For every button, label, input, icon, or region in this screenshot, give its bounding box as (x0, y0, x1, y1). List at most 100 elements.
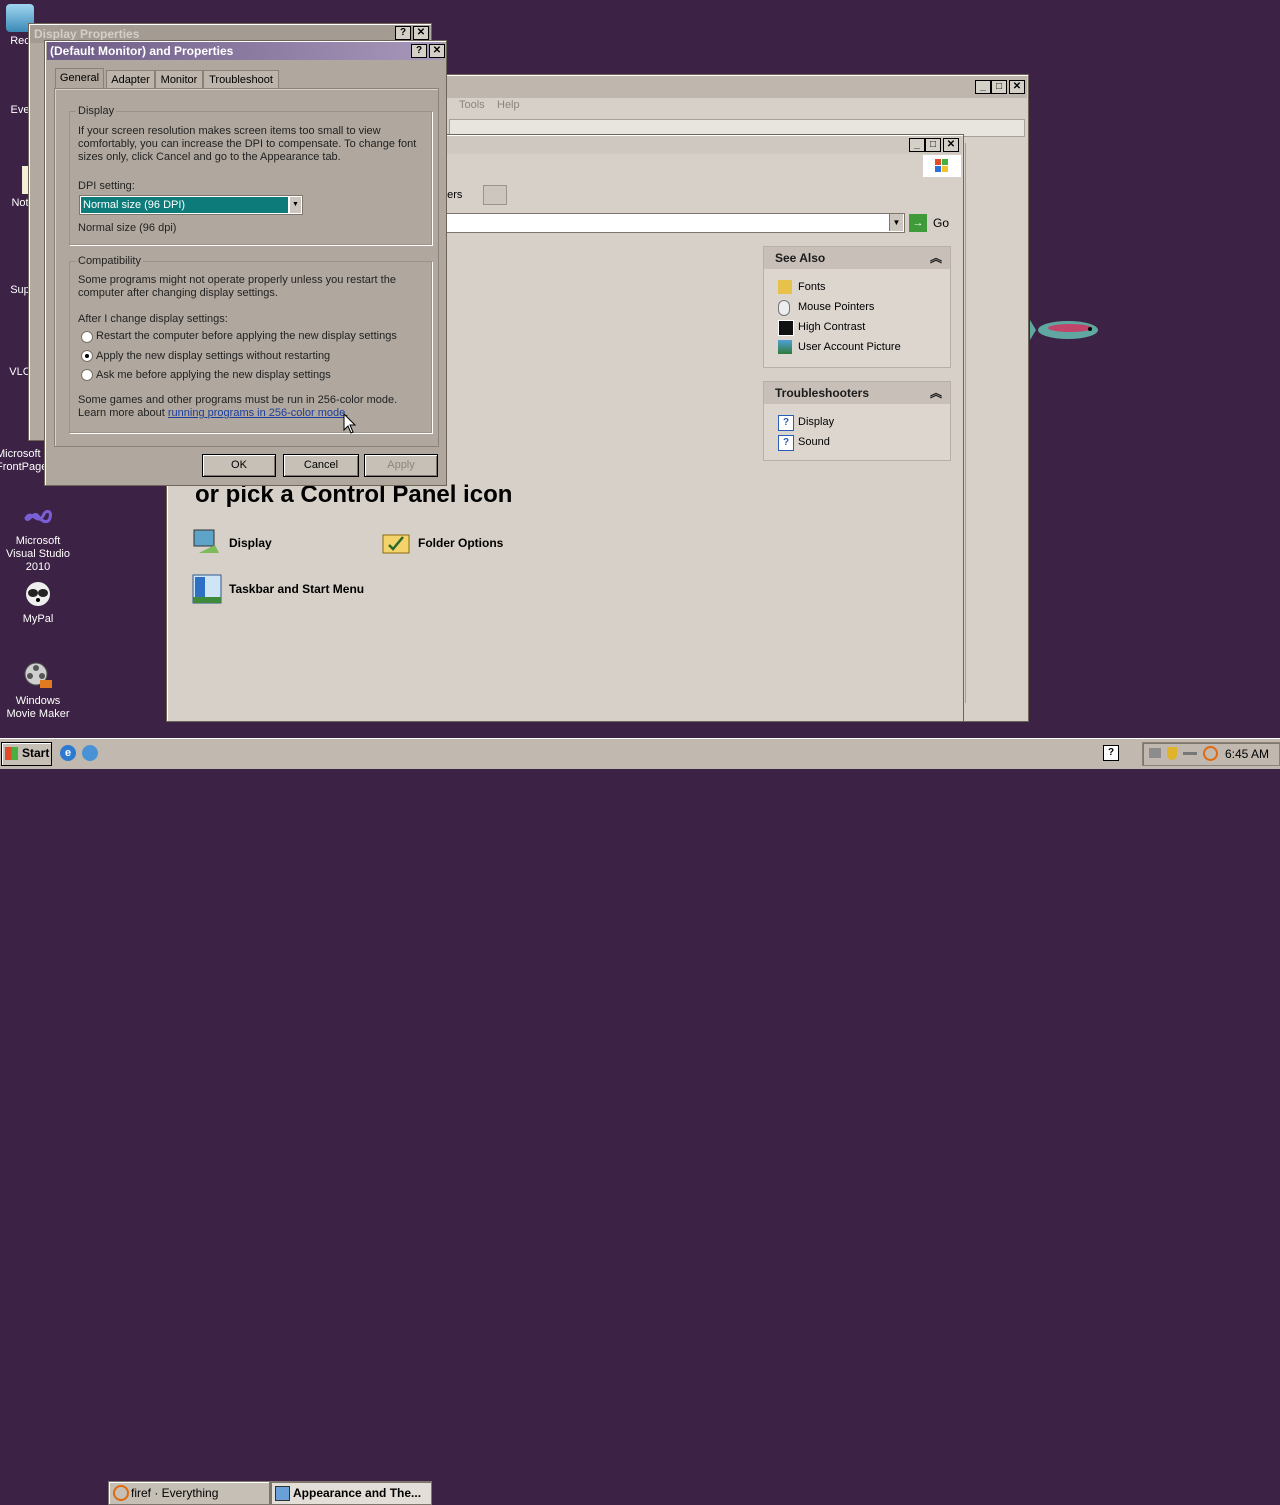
ie-quicklaunch-icon[interactable]: e (60, 745, 76, 761)
troubleshooter-display[interactable]: Display (798, 416, 834, 428)
address-dropdown-button[interactable]: ▼ (889, 214, 903, 231)
close-button[interactable]: ✕ (413, 26, 429, 40)
minimize-button[interactable]: _ (909, 138, 925, 152)
radio-ask[interactable] (81, 369, 93, 381)
views-button[interactable] (483, 185, 507, 205)
mouse-icon (778, 300, 790, 316)
dpi-select[interactable]: Normal size (96 DPI) ▼ (79, 195, 303, 215)
desktop-icon-visual-studio[interactable]: Microsoft Visual Studio 2010 (0, 500, 76, 574)
desktop-icon-label: Windows Movie Maker (6, 695, 70, 720)
troubleshooters-title: Troubleshooters (775, 386, 870, 400)
dpi-note: Normal size (96 dpi) (78, 222, 177, 234)
troubleshooters-header[interactable]: Troubleshooters ︽ (764, 382, 950, 404)
title-bar: (Default Monitor) and Properties (47, 42, 444, 60)
display-icon (191, 527, 221, 557)
movie-maker-icon (22, 660, 54, 692)
shield-icon[interactable] (1167, 747, 1177, 760)
radio-restart-label[interactable]: Restart the computer before applying the… (96, 330, 397, 342)
taskbar-item-appearance[interactable]: Appearance and The... (270, 1481, 432, 1505)
display-description: If your screen resolution makes screen i… (78, 125, 417, 163)
start-button[interactable]: Start (1, 742, 52, 766)
go-arrow-icon: → (909, 214, 927, 232)
desktop-icon-label: Microsoft Visual Studio 2010 (5, 535, 70, 573)
windows-logo-icon (923, 155, 961, 177)
radio-apply-label[interactable]: Apply the new display settings without r… (96, 350, 330, 362)
mouse-cursor-icon (343, 412, 357, 438)
network-icon[interactable] (1149, 748, 1161, 758)
collapse-icon[interactable]: ︽ (930, 247, 942, 269)
radio-restart[interactable] (81, 331, 93, 343)
search-icon (113, 1485, 129, 1501)
usb-icon[interactable] (1183, 752, 1197, 755)
desktop-icon-label: Eve (10, 104, 30, 116)
menu-help[interactable]: Help (497, 99, 520, 111)
menu-tools[interactable]: Tools (459, 99, 485, 111)
desktop-icon-label: Not (11, 197, 29, 209)
help-tray-icon[interactable]: ? (1103, 745, 1119, 761)
go-button[interactable]: → Go (909, 213, 955, 233)
tab-general[interactable]: General (55, 68, 104, 89)
radio-apply-without-restart[interactable] (81, 350, 93, 362)
taskbar: Start e firef · Everything Appearance an… (0, 738, 1280, 1505)
collapse-icon[interactable]: ︽ (930, 382, 942, 404)
quicklaunch-icon[interactable] (82, 745, 98, 761)
compatibility-description: Some programs might not operate properly… (78, 274, 396, 299)
minimize-button[interactable]: _ (975, 80, 991, 94)
mypal-icon (22, 578, 54, 610)
system-tray: 6:45 AM (1142, 742, 1280, 766)
see-also-fonts[interactable]: Fonts (798, 281, 826, 293)
learn-more-line: Learn more about running programs in 256… (78, 407, 348, 419)
close-button[interactable]: ✕ (1009, 80, 1025, 94)
taskbar-icon (191, 573, 223, 605)
cp-item-taskbar[interactable]: Taskbar and Start Menu (191, 573, 431, 607)
close-button[interactable]: ✕ (429, 44, 445, 58)
games-text: Some games and other programs must be ru… (78, 394, 398, 406)
tab-monitor[interactable]: Monitor (155, 70, 203, 89)
help-button[interactable]: ? (395, 26, 411, 40)
tab-adapter[interactable]: Adapter (106, 70, 155, 89)
troubleshooters-panel: Troubleshooters ︽ ? Display ? Sound (763, 381, 951, 461)
folder-options-icon (381, 527, 411, 557)
see-also-mouse-pointers[interactable]: Mouse Pointers (798, 301, 874, 313)
taskbar-item-everything[interactable]: firef · Everything (108, 1481, 270, 1505)
visual-studio-icon (22, 500, 54, 532)
close-button[interactable]: ✕ (943, 138, 959, 152)
cp-item-label: Folder Options (418, 536, 504, 550)
start-label: Start (22, 746, 50, 760)
contrast-icon (778, 320, 794, 336)
help-button[interactable]: ? (411, 44, 427, 58)
see-also-high-contrast[interactable]: High Contrast (798, 321, 865, 333)
troubleshooter-sound[interactable]: Sound (798, 436, 830, 448)
dpi-label: DPI setting: (78, 180, 135, 192)
display-legend: Display (76, 105, 117, 117)
cancel-button[interactable]: Cancel (283, 454, 359, 477)
cp-item-display[interactable]: Display (191, 527, 371, 559)
ok-button[interactable]: OK (202, 454, 276, 477)
desktop-icon-movie-maker[interactable]: Windows Movie Maker (0, 660, 76, 721)
search-tray-icon[interactable] (1203, 746, 1218, 761)
desktop-icon-frontpage[interactable]: Microsoft FrontPage (0, 448, 47, 474)
see-also-user-account-picture[interactable]: User Account Picture (798, 341, 901, 353)
cp-item-folder-options[interactable]: Folder Options (381, 527, 561, 559)
desktop-icon-label: Rec (10, 35, 30, 47)
desktop-icon-label: Microsoft FrontPage (0, 448, 48, 473)
see-also-header[interactable]: See Also ︽ (764, 247, 950, 269)
tab-troubleshoot[interactable]: Troubleshoot (203, 70, 279, 89)
see-also-panel: See Also ︽ Fonts Mouse Pointers High Con… (763, 246, 951, 368)
address-combo[interactable] (437, 213, 905, 233)
chevron-down-icon[interactable]: ▼ (290, 197, 301, 213)
clock[interactable]: 6:45 AM (1225, 747, 1269, 761)
fonts-folder-icon (778, 280, 792, 294)
maximize-button[interactable]: □ (925, 138, 941, 152)
desktop-icon-label: Sup (10, 284, 30, 296)
desktop-icon-mypal[interactable]: MyPal (0, 578, 76, 626)
user-picture-icon (778, 340, 792, 354)
taskbar-item-label: Appearance and The... (293, 1486, 422, 1500)
apply-button[interactable]: Apply (364, 454, 438, 477)
display-group: Display If your screen resolution makes … (69, 105, 432, 245)
see-also-title: See Also (775, 251, 826, 265)
maximize-button[interactable]: □ (991, 80, 1007, 94)
256-color-link[interactable]: running programs in 256-color mode (168, 407, 345, 419)
taskbar-item-label: firef · Everything (131, 1486, 219, 1500)
radio-ask-label[interactable]: Ask me before applying the new display s… (96, 369, 331, 381)
